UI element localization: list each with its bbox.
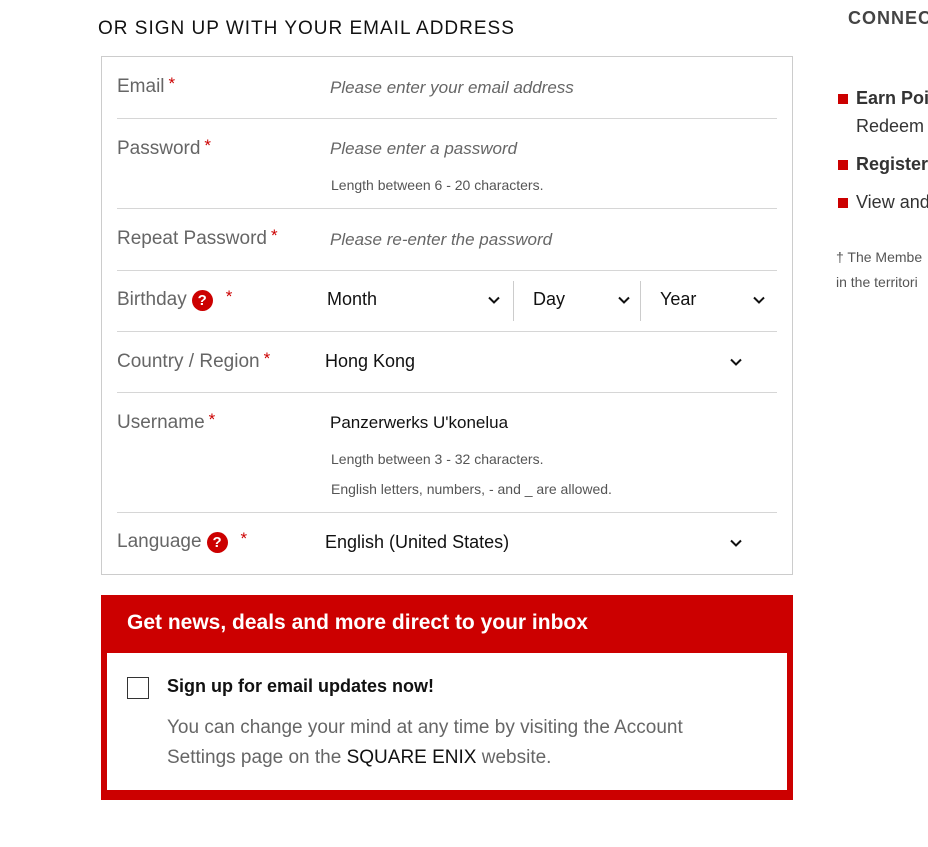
language-label-text: Language (117, 531, 202, 552)
benefit-bold: Register (856, 154, 928, 174)
country-label: Country / Region * (117, 349, 271, 373)
bullet-icon (838, 198, 848, 208)
email-row: Email * (117, 57, 777, 119)
required-mark: * (263, 349, 271, 368)
month-value: Month (327, 289, 378, 309)
brand-name: SQUARE ENIX (346, 747, 477, 768)
birthday-label-text: Birthday (117, 289, 187, 310)
newsletter-body: Sign up for email updates now! You can c… (107, 653, 787, 790)
sidebar-footnote: † The Membe (836, 249, 923, 265)
birthday-month-select[interactable]: Month (327, 289, 501, 310)
repeat-password-label-text: Repeat Password (117, 228, 267, 249)
email-input[interactable] (330, 75, 770, 101)
birthday-row: Birthday ? * Month Day Year (117, 271, 777, 332)
language-label: Language ? * (117, 529, 248, 553)
divider (640, 281, 641, 321)
birthday-day-select[interactable]: Day (533, 289, 631, 310)
language-row: Language ? * English (United States) (117, 513, 777, 574)
signup-form: Email* Password* Length between 6 - 20 c… (101, 56, 793, 575)
password-row: Password * Length between 6 - 20 characte… (117, 119, 777, 209)
required-mark: * (168, 74, 176, 93)
password-label: Password * (117, 136, 212, 160)
username-label: Username * (117, 410, 216, 434)
password-label-text: Password (117, 138, 201, 159)
benefit-text: Register (856, 154, 928, 175)
required-mark: * (225, 287, 233, 306)
sidebar-title: CONNEC (848, 8, 928, 28)
newsletter-title: Get news, deals and more direct to your … (127, 611, 588, 634)
bullet-icon (838, 160, 848, 170)
benefit-text: Earn Poir (856, 88, 928, 109)
chevron-down-icon (730, 539, 742, 547)
birthday-year-select[interactable]: Year (660, 289, 766, 310)
country-label-text: Country / Region (117, 351, 260, 372)
benefit-text-line2: Redeem (856, 116, 925, 136)
country-value: Hong Kong (325, 351, 416, 371)
country-select[interactable]: Hong Kong (325, 351, 743, 372)
help-icon[interactable]: ? (206, 531, 228, 553)
newsletter-box: Get news, deals and more direct to your … (101, 595, 793, 800)
username-row: Username* Length between 3 - 32 characte… (117, 393, 777, 513)
repeat-password-row: Repeat Password * (117, 209, 777, 271)
chevron-down-icon (730, 358, 742, 366)
email-updates-checkbox[interactable] (127, 677, 149, 699)
email-updates-description: You can change your mind at any time by … (167, 713, 737, 773)
required-mark: * (204, 136, 212, 155)
required-mark: * (270, 226, 278, 245)
section-title: OR SIGN UP WITH YOUR EMAIL ADDRESS (98, 18, 515, 39)
username-label-text: Username (117, 412, 205, 433)
username-input[interactable] (330, 410, 770, 436)
description-text-end: website. (476, 747, 552, 768)
email-updates-label[interactable]: Sign up for email updates now! (167, 676, 434, 697)
language-select[interactable]: English (United States) (325, 532, 743, 553)
divider (513, 281, 514, 321)
email-label: Email * (117, 74, 176, 98)
bullet-icon (838, 94, 848, 104)
language-value: English (United States) (325, 532, 510, 552)
required-mark: * (240, 529, 248, 548)
benefit-bold: Earn Poir (856, 88, 928, 108)
password-input[interactable] (330, 136, 770, 162)
chevron-down-icon (618, 296, 630, 304)
year-value: Year (660, 289, 697, 309)
help-icon[interactable]: ? (191, 289, 213, 311)
required-mark: * (208, 410, 216, 429)
chevron-down-icon (488, 296, 500, 304)
birthday-label: Birthday ? * (117, 287, 233, 311)
email-label-text: Email (117, 76, 165, 97)
benefit-text: View and (856, 192, 928, 212)
repeat-password-input[interactable] (330, 227, 770, 253)
username-hint-chars: English letters, numbers, - and _ are al… (331, 481, 612, 497)
chevron-down-icon (753, 296, 765, 304)
repeat-password-label: Repeat Password * (117, 226, 278, 250)
sidebar-footnote-line2: in the territori (836, 274, 918, 290)
day-value: Day (533, 289, 566, 309)
username-hint-length: Length between 3 - 32 characters. (331, 451, 544, 467)
country-row: Country / Region * Hong Kong (117, 332, 777, 393)
password-hint: Length between 6 - 20 characters. (331, 177, 544, 193)
